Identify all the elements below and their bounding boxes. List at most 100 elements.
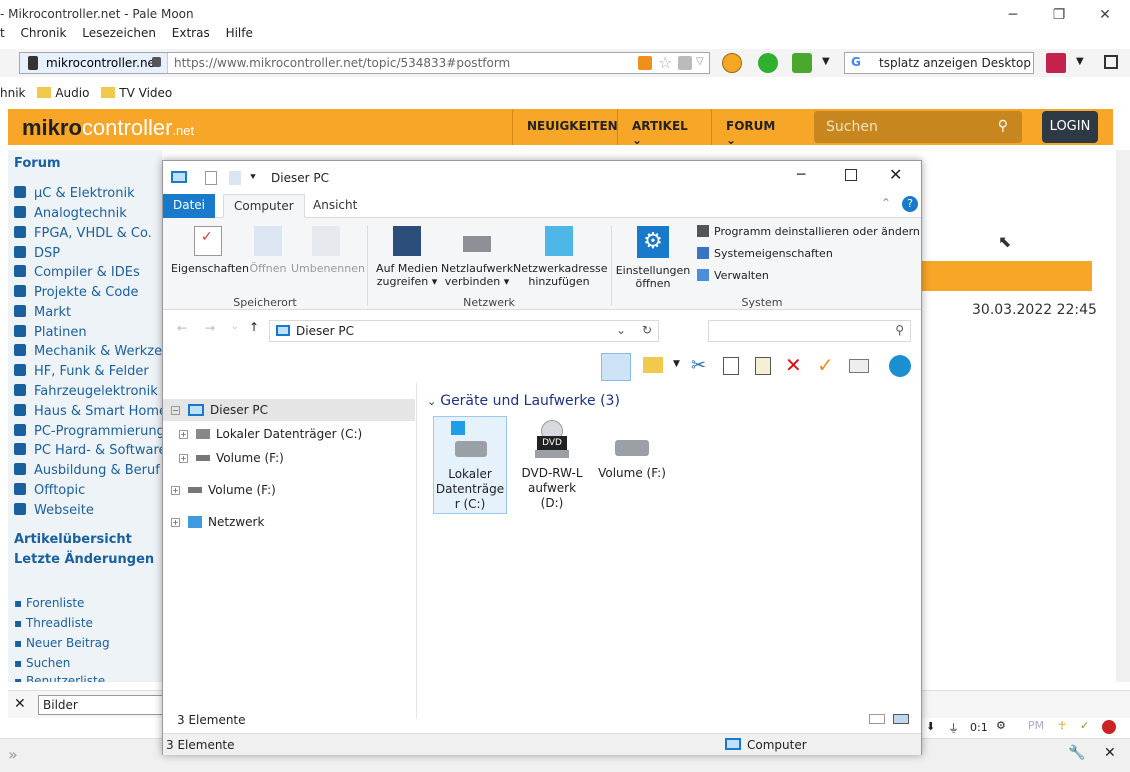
site-identity[interactable]: mikrocontroller.net: [20, 53, 168, 73]
paste-icon[interactable]: [755, 357, 771, 375]
chevron-down-icon[interactable]: ▼: [1076, 56, 1084, 67]
menu-chronik[interactable]: Chronik: [21, 26, 67, 40]
search-icon[interactable]: ⚲: [998, 118, 1008, 134]
bullet-link[interactable]: ▪ Neuer Beitrag: [14, 636, 110, 650]
collapse-icon[interactable]: −: [171, 406, 180, 415]
double-chevron-icon[interactable]: »: [8, 745, 18, 764]
tab-datei[interactable]: Datei: [163, 194, 216, 218]
link-artikeluebersicht[interactable]: Artikelübersicht: [14, 532, 132, 547]
sidebar-item[interactable]: Haus & Smart Home: [14, 404, 162, 419]
chevron-down-icon[interactable]: ▼: [673, 359, 680, 369]
rename-icon[interactable]: [849, 359, 869, 373]
tree-item-volume-f[interactable]: + Volume (F:): [179, 451, 284, 465]
forward-icon[interactable]: →: [205, 321, 215, 335]
refresh-icon[interactable]: ↻: [642, 323, 652, 337]
menu-extras[interactable]: Extras: [172, 26, 210, 40]
sidebar-item[interactable]: Ausbildung & Beruf: [14, 463, 160, 478]
restore-button[interactable]: ❐: [1044, 4, 1074, 26]
tab-ansicht[interactable]: Ansicht: [303, 194, 367, 218]
sidebar-item[interactable]: Platinen: [14, 325, 87, 340]
expand-icon[interactable]: +: [179, 454, 188, 463]
sidebar-item[interactable]: DSP: [14, 246, 60, 261]
bullet-link[interactable]: ▪ Benutzerliste: [14, 674, 105, 682]
menu-item[interactable]: t: [0, 26, 5, 40]
verwalten-button[interactable]: Verwalten: [697, 269, 769, 282]
tree-item-netzwerk[interactable]: + Netzwerk: [171, 515, 264, 529]
bullet-link[interactable]: ▪ Suchen: [14, 656, 70, 670]
stop-icon[interactable]: [722, 53, 742, 73]
bookmark-item[interactable]: hnik: [0, 86, 26, 100]
site-logo[interactable]: mikrocontroller.net: [22, 115, 194, 141]
nav-neuigkeiten[interactable]: NEUIGKEITEN: [512, 109, 632, 145]
systemeigenschaften-button[interactable]: Systemeigenschaften: [697, 247, 833, 260]
new-tab-icon[interactable]: [758, 53, 778, 73]
expand-icon[interactable]: +: [171, 486, 180, 495]
sidebar-item[interactable]: Offtopic: [14, 483, 85, 498]
download-icon[interactable]: ⬇: [926, 720, 935, 733]
tree-item-lokaler-datentraeger[interactable]: + Lokaler Datenträger (C:): [179, 427, 362, 441]
page-scrollbar[interactable]: [1116, 150, 1130, 682]
tree-item-dieser-pc[interactable]: − Dieser PC: [171, 403, 268, 417]
rss-icon[interactable]: [638, 56, 652, 70]
sidebar-item[interactable]: µC & Elektronik: [14, 186, 135, 201]
drive-f[interactable]: Volume (F:): [595, 416, 669, 481]
collapse-ribbon-icon[interactable]: ⌃: [881, 196, 891, 210]
auf-medien-zugreifen-button[interactable]: Auf Medien zugreifen ▾: [373, 226, 441, 288]
wrench-icon[interactable]: 🔧: [1068, 745, 1085, 761]
star-icon[interactable]: ☆: [658, 53, 672, 72]
sidebar-item[interactable]: Analogtechnik: [14, 206, 127, 221]
group-header[interactable]: ⌄ Geräte und Laufwerke (3): [427, 393, 620, 409]
sidebar-item[interactable]: Mechanik & Werkzeug: [14, 344, 162, 359]
gear-icon[interactable]: ⚙: [996, 719, 1006, 732]
chevron-down-icon[interactable]: ⌄: [616, 323, 626, 337]
search-engine-input[interactable]: G tsplatz anzeigen Desktop: [844, 52, 1034, 74]
menu-hilfe[interactable]: Hilfe: [226, 26, 253, 40]
link-letzte-aenderungen[interactable]: Letzte Änderungen: [14, 552, 154, 567]
url-bar[interactable]: mikrocontroller.net https://www.mikrocon…: [19, 52, 710, 74]
menu-lesezeichen[interactable]: Lesezeichen: [82, 26, 156, 40]
sidebar-item[interactable]: PC-Programmierung: [14, 424, 162, 439]
oeffnen-button[interactable]: Öffnen: [247, 226, 289, 275]
explorer-search-input[interactable]: ⚲: [708, 320, 911, 342]
nav-forum[interactable]: FORUM ⌄: [711, 109, 801, 147]
address-input[interactable]: Dieser PC ⌄ ↻: [269, 320, 659, 342]
back-icon[interactable]: ←: [177, 321, 187, 335]
sidebar-item[interactable]: Fahrzeugelektronik: [14, 384, 158, 399]
bullet-link[interactable]: ▪ Forenliste: [14, 596, 84, 610]
preview-pane-icon[interactable]: [601, 353, 631, 381]
up-icon[interactable]: ↑: [249, 320, 259, 334]
bookmark-audio[interactable]: Audio: [55, 86, 89, 100]
shell-icon[interactable]: [889, 355, 911, 377]
abp-icon[interactable]: [1102, 720, 1116, 734]
chevron-down-icon[interactable]: ▽: [696, 56, 704, 67]
delete-icon[interactable]: ✕: [785, 353, 802, 377]
pm-icon[interactable]: PM: [1028, 719, 1044, 732]
sidebar-heading-forum[interactable]: Forum: [14, 156, 61, 171]
login-button[interactable]: LOGIN: [1042, 111, 1098, 143]
sidebar-item[interactable]: PC Hard- & Software: [14, 443, 162, 458]
copy-icon[interactable]: [723, 357, 739, 375]
close-icon[interactable]: ✕: [14, 696, 26, 712]
filter-icon[interactable]: ⏚: [948, 720, 959, 736]
bullet-link[interactable]: ▪ Threadliste: [14, 616, 93, 630]
close-button[interactable]: ✕: [889, 165, 902, 184]
new-folder-quick-icon[interactable]: [229, 171, 241, 185]
chevron-down-icon[interactable]: ⌄: [231, 322, 239, 332]
check-icon[interactable]: ✓: [1080, 719, 1089, 732]
netzlaufwerk-button[interactable]: Netzlaufwerk verbinden ▾: [441, 226, 513, 288]
sidebar-item[interactable]: FPGA, VHDL & Co.: [14, 226, 152, 241]
netzwerkadresse-button[interactable]: Netzwerkadresse hinzufügen: [513, 226, 608, 288]
sidebar-item[interactable]: Webseite: [14, 503, 94, 518]
einstellungen-button[interactable]: ⚙ Einstellungen öffnen: [615, 226, 691, 290]
site-search-input[interactable]: Suchen ⚲: [814, 111, 1022, 143]
expand-icon[interactable]: +: [179, 430, 188, 439]
reload-icon[interactable]: [792, 53, 812, 73]
drive-c[interactable]: Lokaler Datenträge r (C:): [433, 416, 507, 514]
checkmark-icon[interactable]: ✓: [817, 353, 834, 377]
sidebar-item[interactable]: Projekte & Code: [14, 285, 139, 300]
eigenschaften-button[interactable]: ✓ Eigenschaften: [171, 226, 249, 275]
help-icon[interactable]: ?: [902, 196, 918, 212]
close-icon[interactable]: ✕: [1104, 745, 1116, 761]
find-input[interactable]: Bilder: [38, 695, 178, 715]
properties-quick-icon[interactable]: [205, 171, 217, 185]
